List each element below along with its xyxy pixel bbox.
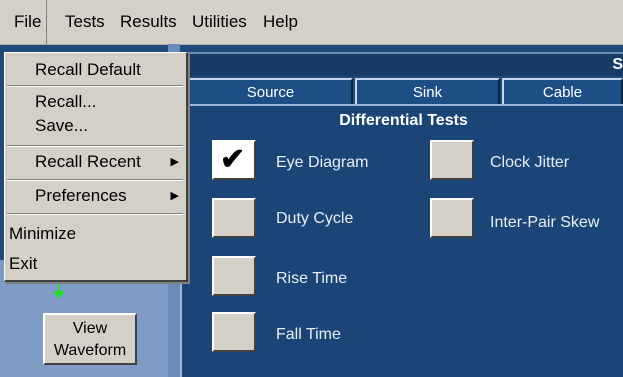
- menu-separator: [7, 145, 183, 147]
- menu-item-label: Exit: [9, 254, 38, 273]
- menu-help[interactable]: Help: [261, 0, 300, 44]
- submenu-arrow-icon: ▶: [170, 190, 179, 202]
- duty-cycle-label: Duty Cycle: [276, 210, 354, 227]
- menu-item-recall-recent[interactable]: Recall Recent ▶: [5, 149, 185, 175]
- menu-item-recall[interactable]: Recall...: [5, 89, 185, 115]
- inter-pair-skew-checkbox[interactable]: [430, 198, 474, 238]
- tests-panel: Differential Tests ✔ Eye Diagram Duty Cy…: [180, 104, 623, 377]
- clock-jitter-checkbox[interactable]: [430, 140, 474, 180]
- rise-time-label: Rise Time: [276, 270, 348, 287]
- tab-source[interactable]: Source: [188, 78, 353, 104]
- menu-results[interactable]: Results: [118, 0, 179, 44]
- menu-utilities[interactable]: Utilities: [190, 0, 249, 44]
- check-icon: ✔: [220, 143, 246, 176]
- tab-cable[interactable]: Cable: [502, 78, 623, 104]
- menu-file[interactable]: File: [4, 0, 48, 44]
- file-menu-dropdown: Recall Default Recall... Save... Recall …: [4, 52, 188, 282]
- menu-item-preferences[interactable]: Preferences ▶: [5, 183, 185, 209]
- fall-time-label: Fall Time: [276, 326, 341, 343]
- menu-bar: File Tests Results Utilities Help: [0, 0, 623, 45]
- menu-item-label: Recall...: [35, 92, 97, 111]
- eye-diagram-label: Eye Diagram: [276, 154, 369, 171]
- duty-cycle-checkbox[interactable]: [212, 198, 256, 238]
- tab-sink[interactable]: Sink: [355, 78, 500, 104]
- menu-item-minimize[interactable]: Minimize: [5, 221, 185, 247]
- section-title: Differential Tests: [339, 112, 468, 129]
- menu-tests[interactable]: Tests: [63, 0, 107, 44]
- menu-separator: [7, 85, 183, 87]
- menu-item-label: Recall Default: [35, 60, 141, 79]
- view-waveform-label-line1: View: [72, 320, 108, 337]
- clock-jitter-label: Clock Jitter: [490, 154, 570, 171]
- inter-pair-skew-label: Inter-Pair Skew: [490, 214, 600, 231]
- submenu-arrow-icon: ▶: [170, 156, 179, 168]
- window-title-strip: S: [188, 52, 623, 76]
- view-waveform-button[interactable]: View Waveform: [43, 313, 137, 365]
- view-waveform-label-line2: Waveform: [53, 342, 127, 359]
- menu-item-save[interactable]: Save...: [5, 113, 185, 139]
- fall-time-checkbox[interactable]: [212, 312, 256, 352]
- rise-time-checkbox[interactable]: [212, 256, 256, 296]
- menu-item-label: Recall Recent: [35, 152, 141, 171]
- arrow-down-icon: [53, 283, 65, 299]
- menu-item-exit[interactable]: Exit: [5, 251, 185, 277]
- window-title: S: [612, 56, 623, 73]
- menu-separator: [7, 213, 183, 215]
- menu-separator: [7, 179, 183, 181]
- menu-item-label: Minimize: [9, 224, 77, 243]
- menu-item-recall-default[interactable]: Recall Default: [5, 57, 185, 83]
- menu-item-label: Save...: [35, 116, 88, 135]
- eye-diagram-checkbox[interactable]: ✔: [212, 140, 256, 180]
- menu-item-label: Preferences: [35, 186, 127, 205]
